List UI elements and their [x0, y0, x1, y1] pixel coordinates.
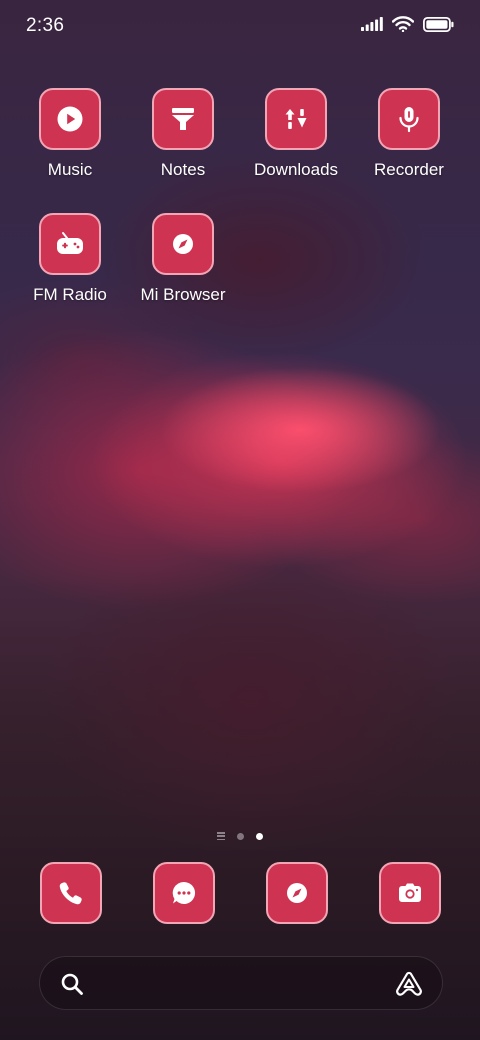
app-notes[interactable]: Notes	[123, 88, 243, 180]
downloads-icon	[285, 109, 307, 129]
app-mi-browser[interactable]: Mi Browser	[123, 213, 243, 305]
music-app-icon[interactable]	[39, 88, 101, 150]
page-dot-1[interactable]	[237, 832, 244, 840]
fm-radio-app-icon[interactable]	[39, 213, 101, 275]
status-bar: 2:36	[0, 0, 480, 52]
status-time: 2:36	[26, 15, 65, 36]
notes-icon	[172, 108, 194, 130]
wifi-icon	[392, 16, 414, 32]
search-icon[interactable]	[60, 972, 84, 1001]
assistant-icon[interactable]	[394, 970, 424, 1003]
app-label-notes: Notes	[160, 160, 206, 179]
battery-icon	[423, 16, 454, 32]
app-label-recorder: Recorder	[374, 160, 444, 179]
app-recorder[interactable]: Recorder	[349, 88, 469, 180]
app-label-downloads: Downloads	[253, 160, 339, 179]
signal-icon	[361, 17, 383, 31]
compass-icon	[173, 234, 193, 254]
app-label-mi-browser: Mi Browser	[140, 285, 226, 304]
recorder-app-icon[interactable]	[378, 88, 440, 150]
compass-icon	[287, 883, 307, 903]
dock-camera[interactable]	[379, 862, 441, 924]
dock-browser[interactable]	[266, 862, 328, 924]
page-indicator[interactable]	[0, 829, 480, 843]
phone-icon	[59, 882, 82, 905]
downloads-app-icon[interactable]	[265, 88, 327, 150]
menu-lines-icon	[217, 832, 225, 840]
app-label-music: Music	[47, 160, 93, 179]
camera-icon	[399, 883, 421, 902]
play-icon	[57, 106, 83, 132]
mi-browser-app-icon[interactable]	[152, 213, 214, 275]
app-label-fm-radio: FM Radio	[33, 285, 107, 304]
dock-phone[interactable]	[40, 862, 102, 924]
app-fm-radio[interactable]: FM Radio	[10, 213, 130, 305]
app-downloads[interactable]: Downloads	[236, 88, 356, 180]
search-bar[interactable]	[39, 956, 443, 1010]
app-music[interactable]: Music	[10, 88, 130, 180]
radio-icon	[57, 232, 83, 254]
status-icons	[361, 16, 454, 32]
page-dot-2-active[interactable]	[256, 832, 263, 840]
microphone-icon	[399, 107, 419, 133]
dock-messages[interactable]	[153, 862, 215, 924]
messages-icon	[172, 881, 196, 904]
notes-app-icon[interactable]	[152, 88, 214, 150]
